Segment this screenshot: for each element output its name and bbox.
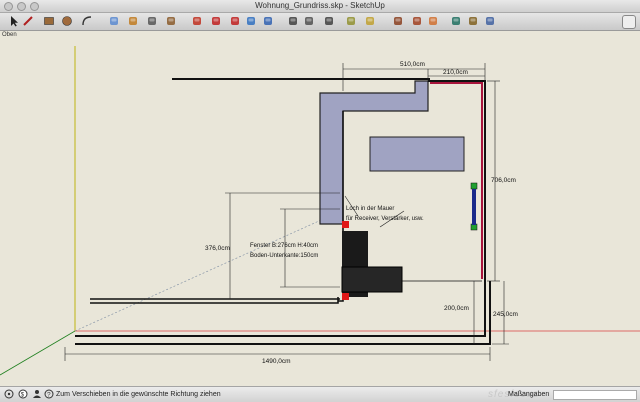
- pencil-line-icon: [23, 16, 33, 26]
- green-axis-line: [0, 330, 76, 376]
- select-arrow-icon: [11, 16, 18, 27]
- dim-bottom-width: 1490,0cm: [262, 358, 291, 365]
- title-bar: Wohnung_Grundriss.skp - SketchUp: [0, 0, 640, 13]
- previous-view-tool-button[interactable]: [364, 13, 376, 27]
- furniture-block: [369, 136, 465, 172]
- pan-hand-icon: [305, 17, 313, 25]
- circle-tool-button[interactable]: [61, 13, 73, 27]
- credits-icon[interactable]: $: [18, 389, 28, 399]
- hole-marker-top: [342, 221, 349, 228]
- rectangle-icon: [44, 17, 54, 25]
- walk-icon: [394, 17, 402, 25]
- scale-tool-button[interactable]: [262, 13, 274, 27]
- protractor-tool-button[interactable]: [165, 13, 177, 27]
- pencil-line-tool-button[interactable]: [22, 13, 34, 27]
- position-camera-icon: [413, 17, 421, 25]
- select-arrow-tool-button[interactable]: [8, 13, 20, 27]
- walk-tool-button[interactable]: [392, 13, 404, 27]
- follow-me-tool-button[interactable]: [245, 13, 257, 27]
- bottom-wall-outer: [75, 281, 486, 337]
- styles-icon: [486, 17, 494, 25]
- dim-top-right-width: 210,0cm: [443, 69, 468, 76]
- zoom-extents-icon: [347, 17, 355, 25]
- speaker-marker-top: [470, 182, 478, 190]
- zoom-magnifier-icon: [325, 17, 333, 25]
- floor-plan-canvas[interactable]: 510,0cm 210,0cm 706,0cm 376,0cm 200,0cm …: [0, 31, 640, 386]
- zoom-magnifier-tool-button[interactable]: [323, 13, 335, 27]
- dim-right-height: 706,0cm: [491, 177, 516, 184]
- window-note-line2: Boden-Unterkante:150cm: [250, 253, 318, 259]
- status-hint: Zum Verschieben in die gewünschte Richtu…: [56, 391, 221, 398]
- eraser-icon: [110, 17, 118, 25]
- materials-icon: [469, 17, 477, 25]
- window-note-line1: Fenster B:276cm H:40cm: [250, 243, 318, 249]
- main-toolbar: [0, 13, 640, 31]
- rotate-tool-button[interactable]: [229, 13, 241, 27]
- dim-left-height: 376,0cm: [205, 245, 230, 252]
- move-tool-button[interactable]: [210, 13, 222, 27]
- measurements-label: Maßangaben: [508, 391, 550, 398]
- paint-bucket-icon: [129, 17, 137, 25]
- protractor-icon: [167, 17, 175, 25]
- svg-text:?: ?: [47, 392, 51, 399]
- look-around-tool-button[interactable]: [427, 13, 439, 27]
- dim-inner-height: 200,0cm: [444, 305, 469, 312]
- status-bar: $ ? Zum Verschieben in die gewünschte Ri…: [0, 386, 640, 402]
- arc-icon: [82, 16, 92, 26]
- tape-measure-icon: [148, 17, 156, 25]
- previous-view-icon: [366, 17, 374, 25]
- guide-line: [74, 215, 331, 332]
- toolbar-toggle-button[interactable]: [622, 15, 636, 29]
- styles-tool-button[interactable]: [484, 13, 496, 27]
- components-icon: [452, 17, 460, 25]
- lower-left-wall: [90, 297, 340, 304]
- user-icon[interactable]: [32, 389, 42, 399]
- rotate-icon: [231, 17, 239, 25]
- accent-wall: [430, 82, 483, 279]
- follow-me-icon: [247, 17, 255, 25]
- bottom-wall-inner: [75, 281, 491, 345]
- dim-top-width: 510,0cm: [400, 61, 425, 68]
- look-around-icon: [429, 17, 437, 25]
- drawing-viewport[interactable]: Oben 510,0cm 210,0cm 706,0cm 376,0cm 200…: [0, 31, 640, 386]
- sofa-block: [341, 266, 403, 293]
- help-icon[interactable]: ?: [44, 389, 54, 399]
- position-camera-tool-button[interactable]: [411, 13, 423, 27]
- push-pull-icon: [193, 17, 201, 25]
- zoom-extents-tool-button[interactable]: [345, 13, 357, 27]
- scale-icon: [264, 17, 272, 25]
- dimension-lines: [64, 63, 509, 361]
- hole-marker-bottom: [342, 293, 349, 300]
- window-title: Wohnung_Grundriss.skp - SketchUp: [255, 1, 385, 10]
- geo-location-icon[interactable]: [4, 389, 14, 399]
- measurements-input[interactable]: [553, 390, 637, 400]
- components-tool-button[interactable]: [450, 13, 462, 27]
- rectangle-tool-button[interactable]: [43, 13, 55, 27]
- view-label: Oben: [2, 32, 17, 38]
- arc-tool-button[interactable]: [81, 13, 93, 27]
- materials-tool-button[interactable]: [467, 13, 479, 27]
- circle-icon: [62, 16, 72, 26]
- speaker-bar: [472, 189, 476, 225]
- move-icon: [212, 17, 220, 25]
- hole-note-line2: für Receiver, Verstärker, usw.: [346, 216, 424, 222]
- right-wall-outer: [428, 80, 486, 281]
- orbit-icon: [289, 17, 297, 25]
- orbit-tool-button[interactable]: [287, 13, 299, 27]
- dim-right-lower-height: 245,0cm: [493, 311, 518, 318]
- push-pull-tool-button[interactable]: [191, 13, 203, 27]
- pan-hand-tool-button[interactable]: [303, 13, 315, 27]
- hole-note-line1: Loch in der Mauer: [346, 206, 394, 212]
- eraser-tool-button[interactable]: [108, 13, 120, 27]
- paint-bucket-tool-button[interactable]: [127, 13, 139, 27]
- tape-measure-tool-button[interactable]: [146, 13, 158, 27]
